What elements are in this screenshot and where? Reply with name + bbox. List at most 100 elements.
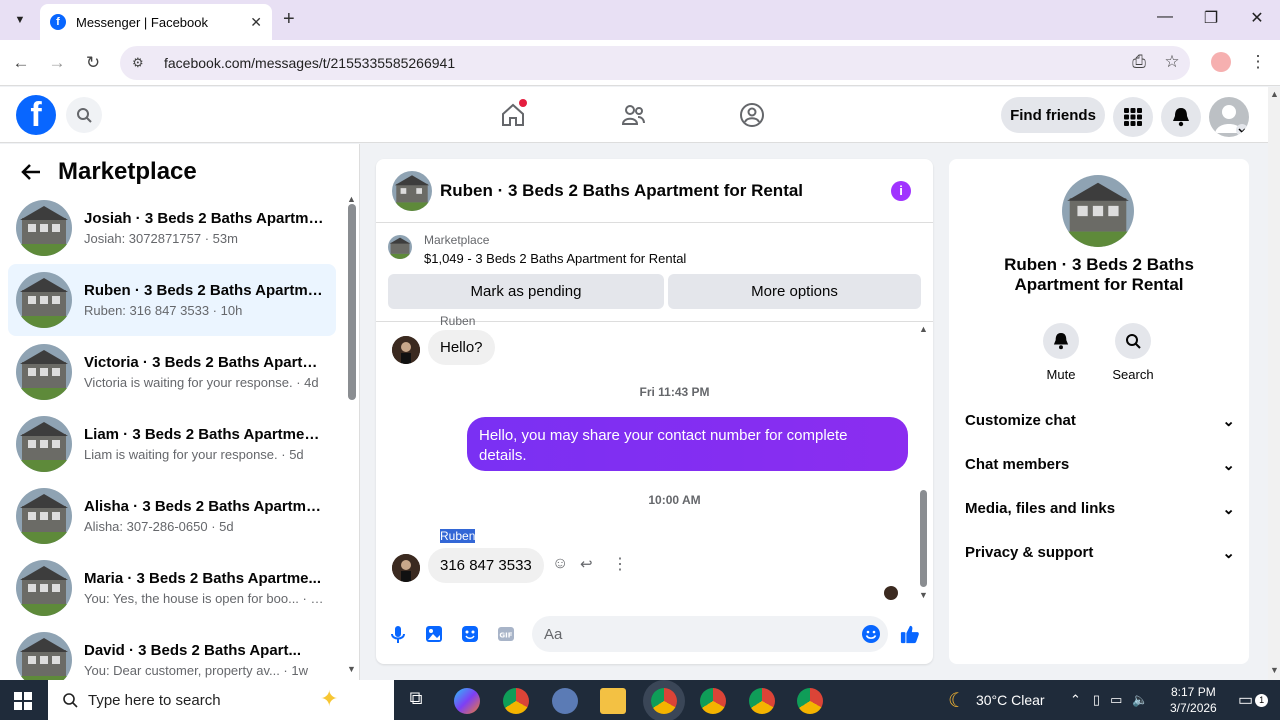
mark-pending-button[interactable]: Mark as pending: [388, 274, 664, 309]
reload-button[interactable]: ↻: [82, 53, 104, 73]
page-scrollbar[interactable]: ▲ ▼: [1268, 87, 1280, 680]
message-input[interactable]: Aa: [532, 616, 888, 652]
conversation-item[interactable]: David · 3 Beds 2 Baths Apart... You: Dear…: [8, 624, 336, 680]
file-explorer-icon[interactable]: [600, 688, 626, 714]
sender-name: Ruben: [440, 529, 476, 543]
conversation-item[interactable]: Ruben · 3 Beds 2 Baths Apartme... Ruben: …: [8, 264, 336, 336]
browser-tab[interactable]: f Messenger | Facebook ✕: [40, 4, 272, 40]
microphone-icon[interactable]: [388, 624, 408, 644]
weather-text: 30°C Clear: [975, 692, 1045, 708]
browser-menu-icon[interactable]: ⋮: [1247, 52, 1269, 72]
system-tray-icons[interactable]: ⌃ ▯ ▭ 🔈: [1070, 680, 1149, 720]
message-composer: GIF Aa: [376, 614, 933, 664]
listing-thumbnail: [16, 272, 72, 328]
gif-icon[interactable]: GIF: [496, 624, 516, 644]
url-bar[interactable]: ⚙ facebook.com/messages/t/21553355852669…: [120, 46, 1190, 80]
notifications-bell-icon[interactable]: [1161, 97, 1201, 137]
clock[interactable]: 8:17 PM 3/7/2026: [1170, 680, 1217, 720]
chat-scroll-down-icon[interactable]: ▼: [919, 590, 928, 600]
restore-button[interactable]: ❐: [1196, 8, 1226, 28]
page-scroll-down-icon[interactable]: ▼: [1270, 665, 1279, 675]
chat-scroll-up-icon[interactable]: ▲: [919, 324, 928, 334]
conversation-item[interactable]: Maria · 3 Beds 2 Baths Apartme... You: Ye…: [8, 552, 336, 624]
photo-icon[interactable]: [424, 624, 444, 644]
listing-thumbnail: [16, 200, 72, 256]
left-scrollbar[interactable]: [348, 204, 356, 400]
chrome-profile-3-icon[interactable]: [749, 688, 775, 714]
conversation-item[interactable]: Alisha · 3 Beds 2 Baths Apartme... Alisha…: [8, 480, 336, 552]
message-bubble-outgoing[interactable]: Hello, you may share your contact number…: [467, 417, 908, 471]
menu-grid-icon[interactable]: [1113, 97, 1153, 137]
search-icon[interactable]: [66, 97, 102, 133]
home-icon[interactable]: [499, 99, 527, 129]
copilot-icon[interactable]: [454, 688, 480, 714]
volume-icon[interactable]: 🔈: [1132, 692, 1148, 708]
section-label: Chat members: [965, 456, 1070, 473]
browser-tab-bar: ▼ f Messenger | Facebook ✕ + — ❐ ✕: [0, 0, 1280, 40]
minimize-button[interactable]: —: [1150, 8, 1180, 26]
sticker-icon[interactable]: [460, 624, 480, 644]
conversation-item[interactable]: Liam · 3 Beds 2 Baths Apartmen... Liam is…: [8, 408, 336, 480]
notification-center-icon[interactable]: ▭ 1: [1238, 680, 1269, 720]
bookmark-star-icon[interactable]: ☆: [1161, 52, 1183, 72]
close-window-button[interactable]: ✕: [1242, 8, 1272, 28]
taskbar-search-box[interactable]: Type here to search ✦: [48, 680, 394, 720]
conversation-preview: Liam is waiting for your response. · 5d: [84, 447, 304, 462]
browser-profile-avatar[interactable]: [1211, 52, 1231, 72]
weather-widget[interactable]: ☾ 30°C Clear: [948, 680, 1045, 720]
network-icon[interactable]: ▭: [1110, 692, 1122, 708]
windows-start-icon[interactable]: [14, 692, 32, 710]
back-button[interactable]: ←: [10, 53, 32, 73]
reply-icon[interactable]: ↩: [580, 555, 593, 573]
message-bubble-incoming[interactable]: Hello?: [428, 330, 495, 365]
facebook-logo-icon[interactable]: f: [16, 95, 56, 135]
new-tab-button[interactable]: +: [283, 8, 295, 31]
chat-scrollbar[interactable]: [920, 490, 927, 587]
react-emoji-icon[interactable]: ☺: [552, 555, 568, 573]
media-files-links-section[interactable]: Media, files and links ⌄: [965, 500, 1235, 518]
back-arrow-icon[interactable]: [20, 161, 42, 183]
conversation-preview: You: Dear customer, property av... · 1w: [84, 663, 308, 678]
tab-search-dropdown[interactable]: ▼: [10, 10, 30, 30]
task-view-icon[interactable]: ⧉: [403, 688, 429, 714]
chevron-up-icon[interactable]: ⌃: [1070, 692, 1081, 708]
privacy-support-section[interactable]: Privacy & support ⌄: [965, 544, 1235, 562]
search-highlight-icon: ✦: [320, 686, 339, 711]
groups-icon[interactable]: [738, 101, 766, 129]
find-friends-button[interactable]: Find friends: [1001, 97, 1105, 133]
chat-header[interactable]: Ruben · 3 Beds 2 Baths Apartment for Ren…: [376, 159, 933, 223]
emoji-icon[interactable]: [861, 624, 881, 644]
account-avatar[interactable]: [1209, 97, 1249, 137]
info-icon[interactable]: i: [891, 181, 911, 201]
scroll-down-icon[interactable]: ▼: [347, 664, 356, 674]
install-app-icon[interactable]: ⎙: [1128, 52, 1150, 72]
site-info-icon[interactable]: ⚙: [132, 55, 148, 71]
friends-icon[interactable]: [619, 101, 647, 129]
chrome-profile-1-icon[interactable]: [503, 688, 529, 714]
chrome-profile-4-icon[interactable]: [797, 688, 823, 714]
conversation-name: Ruben · 3 Beds 2 Baths Apartme...: [84, 282, 324, 299]
mute-action[interactable]: Mute: [1031, 323, 1091, 382]
paint-app-icon[interactable]: [552, 688, 578, 714]
like-thumb-icon[interactable]: [900, 624, 920, 644]
scroll-up-icon[interactable]: ▲: [347, 194, 356, 204]
forward-button[interactable]: →: [46, 53, 68, 73]
more-actions-icon[interactable]: ⋮: [612, 554, 628, 574]
conversation-preview: Victoria is waiting for your response. ·…: [84, 375, 319, 390]
chrome-active-icon[interactable]: [651, 688, 677, 714]
sender-name-partial: Ruben: [440, 314, 476, 328]
chat-members-section[interactable]: Chat members ⌄: [965, 456, 1235, 474]
close-tab-icon[interactable]: ✕: [250, 14, 262, 31]
svg-text:GIF: GIF: [499, 632, 512, 640]
more-options-button[interactable]: More options: [668, 274, 921, 309]
message-bubble-incoming[interactable]: 316 847 3533: [428, 548, 544, 583]
customize-chat-section[interactable]: Customize chat ⌄: [965, 412, 1235, 430]
listing-thumbnail: [392, 170, 432, 211]
conversation-item[interactable]: Victoria · 3 Beds 2 Baths Apartm... Victo…: [8, 336, 336, 408]
battery-icon[interactable]: ▯: [1093, 692, 1100, 708]
chrome-profile-2-icon[interactable]: [700, 688, 726, 714]
page-scroll-up-icon[interactable]: ▲: [1270, 89, 1279, 99]
conversation-name: Josiah · 3 Beds 2 Baths Apartme...: [84, 210, 324, 227]
search-action[interactable]: Search: [1103, 323, 1163, 382]
conversation-item[interactable]: Josiah · 3 Beds 2 Baths Apartme... Josiah…: [8, 192, 336, 264]
